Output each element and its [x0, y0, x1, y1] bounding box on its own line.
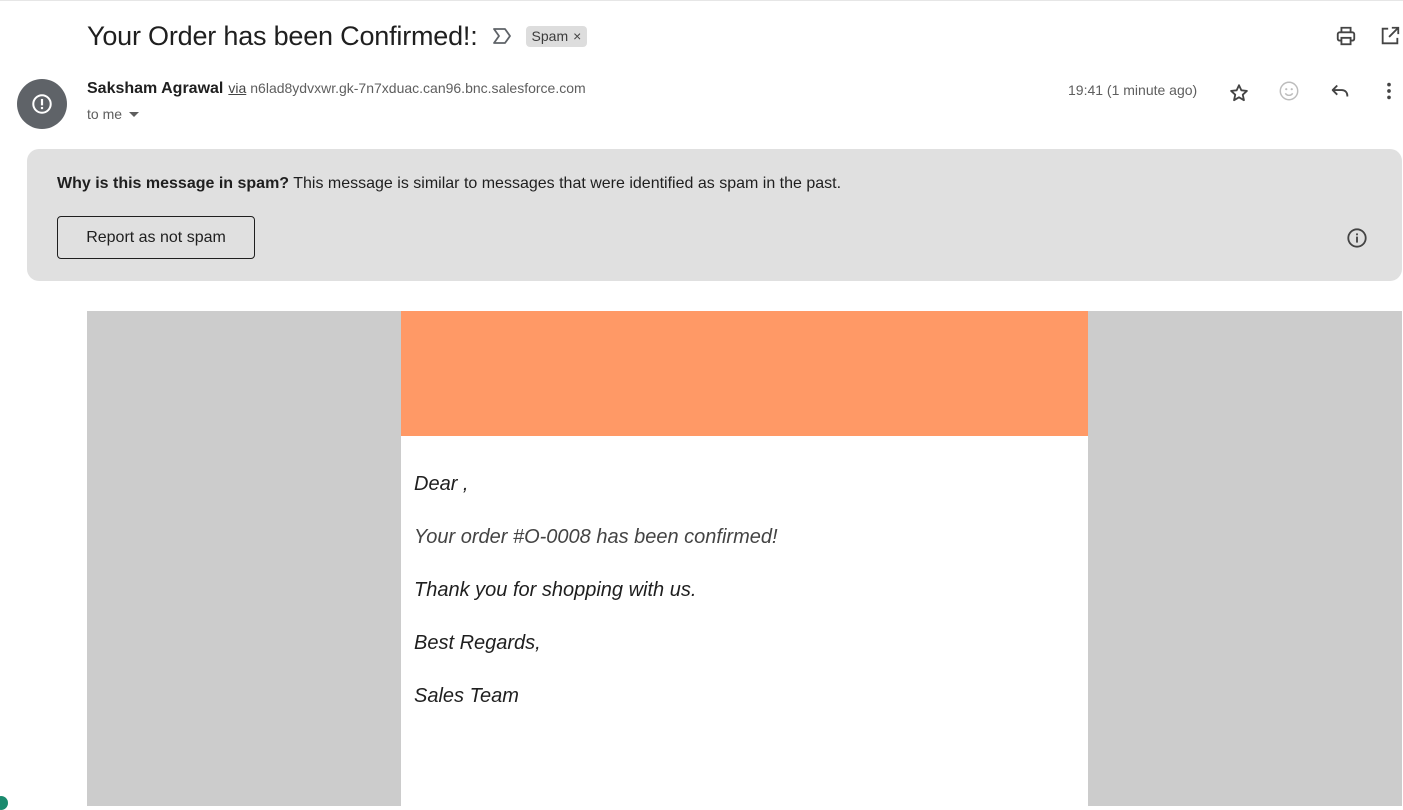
email-content-card: Dear , Your order #O-0008 has been confi…: [401, 311, 1088, 806]
spam-reason-question: Why is this message in spam?: [57, 175, 290, 192]
subject-row: Your Order has been Confirmed!: Spam ×: [87, 16, 588, 56]
recipient-details-toggle[interactable]: to me: [87, 106, 140, 122]
chevron-down-icon: [129, 112, 140, 117]
email-body-canvas: Dear , Your order #O-0008 has been confi…: [87, 311, 1402, 806]
star-icon[interactable]: [1227, 81, 1251, 105]
avatar[interactable]: [17, 79, 67, 129]
timestamp: 19:41 (1 minute ago): [1068, 82, 1198, 98]
via-domain: n6lad8ydvxwr.gk-7n7xduac.can96.bnc.sales…: [250, 80, 586, 96]
regards-line: Best Regards,: [414, 632, 541, 654]
spam-label-text: Spam: [531, 27, 569, 44]
spam-reason-explanation: This message is similar to messages that…: [289, 175, 842, 192]
thank-you-line: Thank you for shopping with us.: [414, 579, 697, 601]
corner-accent: [0, 796, 8, 810]
email-subject: Your Order has been Confirmed!:: [87, 20, 478, 51]
via-link[interactable]: via: [228, 80, 246, 96]
open-in-new-window-icon[interactable]: [1378, 24, 1402, 48]
sender-name[interactable]: Saksham Agrawal: [87, 80, 223, 98]
email-header-banner: [401, 311, 1088, 436]
more-vert-icon[interactable]: [1377, 79, 1401, 103]
greeting-line: Dear ,: [414, 473, 469, 495]
spam-reason-text: Why is this message in spam? This messag…: [57, 175, 841, 193]
remove-label-icon[interactable]: ×: [573, 28, 581, 44]
signature-line: Sales Team: [414, 685, 519, 707]
important-marker-icon[interactable]: [492, 27, 514, 45]
info-icon[interactable]: [1345, 226, 1369, 250]
spam-label-chip[interactable]: Spam ×: [525, 25, 588, 47]
print-icon[interactable]: [1334, 24, 1358, 48]
emoji-reaction-icon[interactable]: [1277, 79, 1301, 103]
recipient-text: to me: [87, 106, 123, 122]
reply-icon[interactable]: [1328, 79, 1352, 103]
spam-warning-banner: Why is this message in spam? This messag…: [27, 149, 1402, 281]
top-divider: [0, 0, 1403, 1]
order-confirmation-line: Your order #O-0008 has been confirmed!: [414, 526, 778, 548]
spam-warning-icon: [32, 94, 52, 114]
report-not-spam-button[interactable]: Report as not spam: [57, 216, 255, 259]
sender-line: Saksham Agrawal via n6lad8ydvxwr.gk-7n7x…: [87, 80, 586, 102]
